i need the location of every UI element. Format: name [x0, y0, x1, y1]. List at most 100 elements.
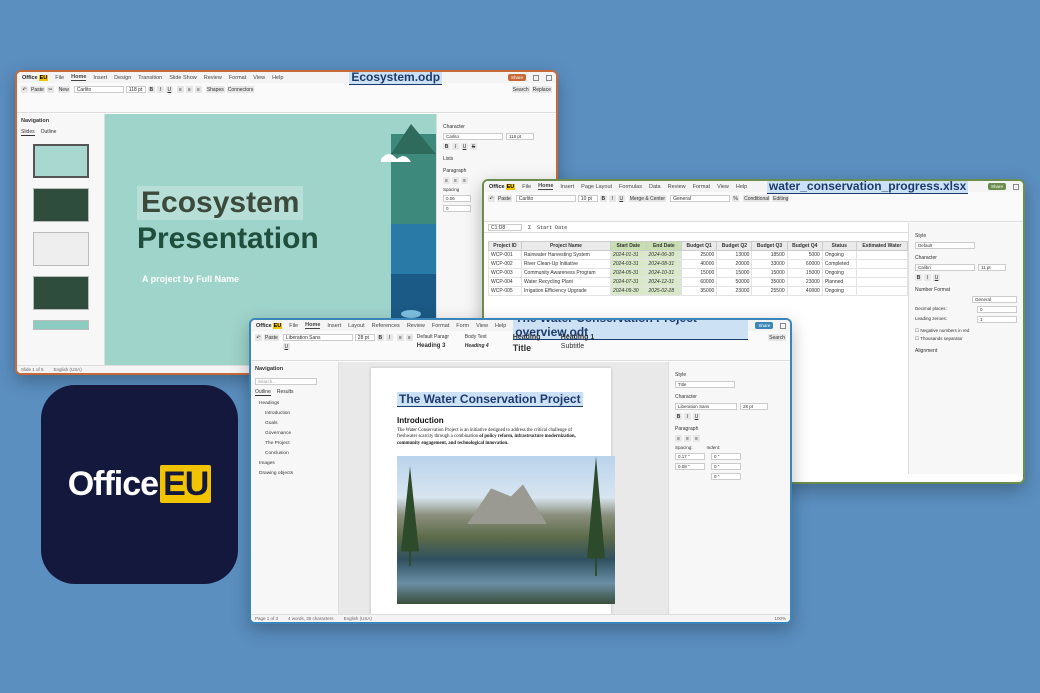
shapes-button[interactable]: Shapes — [205, 86, 225, 93]
align-center-icon[interactable]: ≡ — [405, 334, 413, 341]
column-header[interactable]: Estimated Water — [855, 241, 909, 251]
menu-insert[interactable]: Insert — [327, 323, 341, 329]
cell[interactable]: WCP-003 — [488, 268, 522, 278]
underline-button[interactable]: U — [165, 86, 173, 93]
cell[interactable]: 5000 — [786, 250, 823, 260]
font-name-field[interactable]: Carlito — [443, 133, 503, 140]
cell[interactable]: 23000 — [786, 277, 823, 287]
font-name-field[interactable]: Carlito — [73, 86, 124, 93]
menu-form[interactable]: Form — [456, 323, 469, 329]
editing-button[interactable]: Editing — [772, 195, 790, 202]
underline-button[interactable]: U — [282, 343, 290, 350]
share-button[interactable]: Share — [987, 183, 1006, 190]
menu-design[interactable]: Design — [114, 75, 131, 81]
cell[interactable]: Ongoing — [821, 286, 857, 296]
leading-zeroes-field[interactable]: 1 — [977, 316, 1017, 323]
menu-data[interactable]: Data — [649, 184, 661, 190]
menu-insert[interactable]: Insert — [93, 75, 107, 81]
nav-drawing-objects[interactable]: Drawing objects — [259, 471, 334, 476]
function-icon[interactable]: Σ — [528, 225, 531, 231]
indent-before-field[interactable]: 0 " — [711, 453, 741, 460]
column-header[interactable]: Start Date — [609, 241, 647, 251]
formula-input[interactable]: Start Date — [537, 225, 567, 231]
cell[interactable]: 40000 — [681, 259, 718, 269]
cell[interactable]: Planned — [821, 277, 857, 287]
cell[interactable] — [855, 286, 909, 296]
cell[interactable]: 15000 — [786, 268, 823, 278]
column-header[interactable]: Status — [821, 241, 857, 251]
undo-icon[interactable]: ↶ — [255, 334, 262, 341]
cell[interactable]: 2024-01-31 — [609, 250, 647, 260]
paragraph-style-field[interactable]: Title — [675, 381, 735, 388]
number-format-field[interactable]: General — [670, 195, 731, 202]
menu-references[interactable]: References — [372, 323, 400, 329]
tab-results[interactable]: Results — [277, 389, 294, 396]
menu-format[interactable]: Format — [229, 75, 246, 81]
align-left-icon[interactable]: ≡ — [176, 86, 184, 93]
align-right-icon[interactable]: ≡ — [461, 177, 468, 184]
close-icon[interactable] — [546, 74, 552, 81]
nav-item-conclusion[interactable]: Conclusion — [265, 451, 334, 456]
style-heading-4[interactable]: Heading 4 — [465, 343, 511, 353]
cell[interactable]: Completed — [821, 259, 857, 269]
undo-icon[interactable]: ↶ — [21, 86, 28, 93]
cut-icon[interactable]: ✂ — [46, 86, 54, 93]
paste-button[interactable]: Paste — [497, 195, 512, 202]
column-header[interactable]: Project ID — [488, 241, 522, 251]
menu-layout[interactable]: Layout — [348, 323, 365, 329]
menu-file[interactable]: File — [289, 323, 298, 329]
strikethrough-button[interactable]: S — [470, 143, 477, 150]
cell[interactable]: 2024-06-30 — [645, 250, 683, 260]
cell-reference-field[interactable]: C1:D8 — [488, 224, 522, 231]
menu-format[interactable]: Format — [693, 184, 710, 190]
landscape-photo[interactable] — [397, 456, 615, 605]
document-page[interactable]: The Water Conservation Project Introduct… — [371, 368, 615, 614]
tab-outline[interactable]: Outline — [255, 389, 271, 396]
decimal-places-field[interactable]: 0 — [977, 306, 1017, 313]
style-body-text[interactable]: Body Text — [465, 334, 511, 341]
cell[interactable] — [855, 277, 909, 287]
style-subtitle[interactable]: Subtitle — [561, 343, 607, 353]
font-size-field[interactable]: 118 pt — [506, 133, 534, 140]
font-name-field[interactable]: Carlito — [515, 195, 576, 202]
close-icon[interactable] — [1013, 183, 1019, 190]
close-icon[interactable] — [780, 322, 786, 329]
bold-button[interactable]: B — [147, 86, 155, 93]
nav-item-goals[interactable]: Goals — [265, 421, 334, 426]
cell[interactable]: 2024-09-30 — [609, 286, 647, 296]
indent-after-field[interactable]: 0 " — [711, 463, 741, 470]
nav-item-introduction[interactable]: Introduction — [265, 411, 334, 416]
nav-item-the-project[interactable]: The Project — [265, 441, 334, 446]
menu-format[interactable]: Format — [432, 323, 449, 329]
menu-insert[interactable]: Insert — [560, 184, 574, 190]
cell[interactable]: Ongoing — [821, 250, 857, 260]
column-header[interactable]: End Date — [645, 241, 683, 251]
underline-button[interactable]: U — [933, 274, 940, 281]
menu-help[interactable]: Help — [736, 184, 747, 190]
cell[interactable]: 60000 — [786, 259, 823, 269]
font-size-field[interactable]: 28 pt — [354, 334, 375, 341]
menu-review[interactable]: Review — [407, 323, 425, 329]
number-category-field[interactable]: General — [972, 296, 1017, 303]
column-header[interactable]: Budget Q2 — [716, 241, 753, 251]
font-name-field[interactable]: Liberation Sans — [675, 403, 737, 410]
spreadsheet-grid[interactable]: Project ID Project Name Start Date End D… — [488, 241, 909, 296]
cell[interactable]: Ongoing — [821, 268, 857, 278]
paste-button[interactable]: Paste — [264, 334, 279, 341]
cell[interactable]: WCP-002 — [488, 259, 522, 269]
cell[interactable]: 25000 — [681, 250, 718, 260]
paste-button[interactable]: Paste — [30, 86, 45, 93]
cell[interactable]: 35000 — [681, 286, 718, 296]
column-header[interactable]: Project Name — [520, 241, 611, 251]
cell[interactable] — [855, 250, 909, 260]
menu-home[interactable]: Home — [538, 183, 554, 190]
share-button[interactable]: Share — [755, 322, 774, 329]
spacing-above-field[interactable]: 0.06 — [443, 195, 471, 202]
align-right-icon[interactable]: ≡ — [693, 435, 700, 442]
column-header[interactable]: Budget Q4 — [786, 241, 823, 251]
search-button[interactable]: Search — [511, 86, 530, 93]
new-slide-button[interactable]: New — [57, 86, 70, 93]
cell[interactable]: 50000 — [716, 277, 753, 287]
menu-help[interactable]: Help — [272, 75, 283, 81]
menu-slideshow[interactable]: Slide Show — [169, 75, 197, 81]
